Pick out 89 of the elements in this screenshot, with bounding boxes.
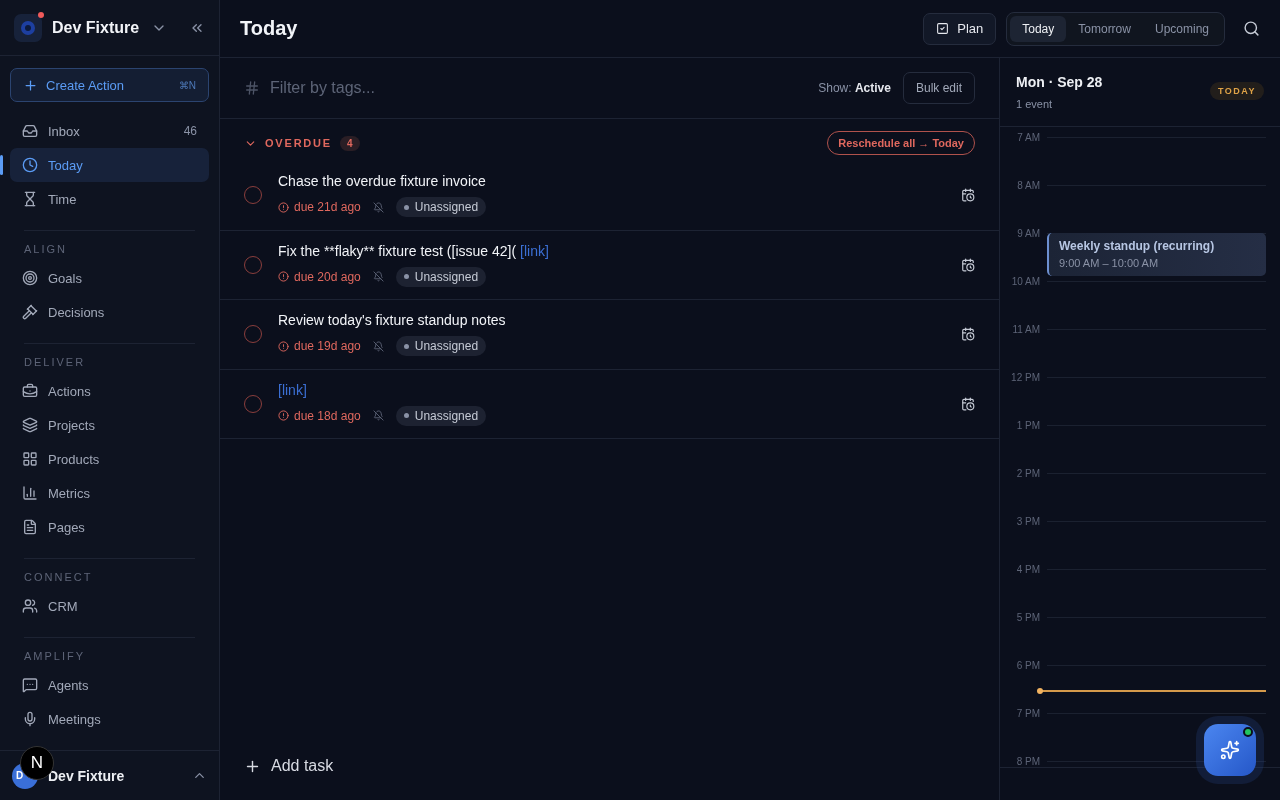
section-label: ALIGN xyxy=(23,243,68,255)
calendar-icon[interactable] xyxy=(961,327,975,342)
users-icon xyxy=(22,598,38,614)
add-task-button[interactable]: Add task xyxy=(220,744,999,800)
bar-chart-icon xyxy=(22,485,38,501)
hour-label: 8 PM xyxy=(1015,756,1040,767)
group-count: 4 xyxy=(340,135,360,151)
hour-label: 3 PM xyxy=(1015,516,1040,527)
chip-dot xyxy=(403,413,409,419)
chip-dot xyxy=(403,274,409,280)
document-icon xyxy=(22,519,38,535)
tag-filter-field[interactable]: Filter by tags... xyxy=(268,78,811,98)
task-title: Chase the overdue fixture invoice xyxy=(278,173,486,190)
calendar-icon[interactable] xyxy=(961,188,975,203)
sparkles-icon xyxy=(1220,740,1240,760)
hour-label: 6 PM xyxy=(1015,660,1040,671)
inbox-icon xyxy=(22,123,38,139)
section-label: AMPLIFY xyxy=(23,650,87,662)
section-label: DELIVER xyxy=(23,356,87,368)
hour-label: 1 PM xyxy=(1015,420,1040,431)
assignee-chip[interactable]: Unassigned xyxy=(395,336,487,357)
calendar-icon[interactable] xyxy=(961,396,975,411)
alert-icon xyxy=(278,201,289,213)
microphone-icon xyxy=(22,711,38,727)
bell-off-icon xyxy=(372,410,384,422)
item-count: 46 xyxy=(183,124,197,138)
day-tab[interactable]: Upcoming xyxy=(1142,15,1221,42)
due-date: due 20d ago xyxy=(278,269,361,284)
calendar-icon[interactable] xyxy=(961,257,975,272)
today-badge: TODAY xyxy=(1210,82,1264,100)
bell-off-icon xyxy=(372,271,384,283)
hour-label: 2 PM xyxy=(1015,468,1040,479)
task-title: Fix the **flaky** fixture test ([issue 42]( xyxy=(278,242,517,259)
hour-label: 8 AM xyxy=(1016,180,1040,191)
workspace-logo[interactable] xyxy=(14,13,42,42)
due-date: due 19d ago xyxy=(278,339,361,354)
grid-icon xyxy=(22,451,38,467)
checkbox-icon xyxy=(936,22,950,35)
hour-label: 9 AM xyxy=(1016,228,1040,239)
target-icon xyxy=(22,270,38,286)
group-label: OVERDUE xyxy=(265,137,332,149)
assignee-chip[interactable]: Unassigned xyxy=(395,405,487,426)
hour-label: 5 PM xyxy=(1015,612,1040,623)
calendar-date: Mon · Sep 28 xyxy=(1016,74,1103,90)
hour-label: 10 AM xyxy=(1010,276,1040,287)
plan-button[interactable]: Plan xyxy=(923,12,997,45)
layers-icon xyxy=(22,417,38,433)
bell-off-icon xyxy=(372,340,384,352)
section-label: CONNECT xyxy=(23,571,94,583)
event-title: Weekly standup (recurring) xyxy=(1059,239,1216,253)
task-link[interactable]: [link] xyxy=(278,381,307,398)
search-icon[interactable] xyxy=(1243,20,1260,37)
page-title: Today xyxy=(240,17,299,40)
alert-icon xyxy=(278,271,289,283)
hour-label: 11 AM xyxy=(1011,324,1040,335)
bell-off-icon xyxy=(372,201,384,213)
task-title: Review today's fixture standup notes xyxy=(278,312,506,329)
bulk-edit-button[interactable]: Bulk edit xyxy=(902,72,975,104)
create-action-button[interactable]: Create Action ⌘N xyxy=(10,68,209,102)
gavel-icon xyxy=(22,304,38,320)
logo-icon xyxy=(20,19,36,36)
day-tab[interactable]: Today xyxy=(1010,15,1067,42)
hourglass-icon xyxy=(22,191,38,207)
clock-icon xyxy=(22,157,38,173)
shortcut-hint: ⌘N xyxy=(178,79,196,91)
assistant-button[interactable] xyxy=(1204,724,1256,776)
assignee-chip[interactable]: Unassigned xyxy=(395,266,487,287)
chip-dot xyxy=(403,343,409,349)
show-filter[interactable]: Show: Active xyxy=(818,81,891,95)
day-tab[interactable]: Tomorrow xyxy=(1066,15,1143,42)
event-count: 1 event xyxy=(1016,98,1054,110)
workspace-name: Dev Fixture xyxy=(52,18,141,37)
briefcase-icon xyxy=(22,383,38,399)
alert-icon xyxy=(278,410,289,422)
chip-dot xyxy=(403,204,409,210)
event-time: 9:00 AM – 10:00 AM xyxy=(1059,257,1160,269)
plus-icon xyxy=(23,77,38,93)
hour-label: 4 PM xyxy=(1015,564,1040,575)
alert-icon xyxy=(278,340,289,352)
due-date: due 18d ago xyxy=(278,408,361,423)
due-date: due 21d ago xyxy=(278,200,361,215)
hour-label: 7 PM xyxy=(1015,708,1040,719)
hour-label: 7 AM xyxy=(1016,132,1040,143)
calendar-event[interactable]: Weekly standup (recurring) 9:00 AM – 10:00 AM xyxy=(1047,233,1266,276)
hour-label: 12 PM xyxy=(1010,372,1040,383)
task-link[interactable]: [link] xyxy=(520,242,549,259)
hash-icon xyxy=(244,80,260,96)
chat-icon xyxy=(22,677,38,693)
assignee-chip[interactable]: Unassigned xyxy=(395,197,487,218)
